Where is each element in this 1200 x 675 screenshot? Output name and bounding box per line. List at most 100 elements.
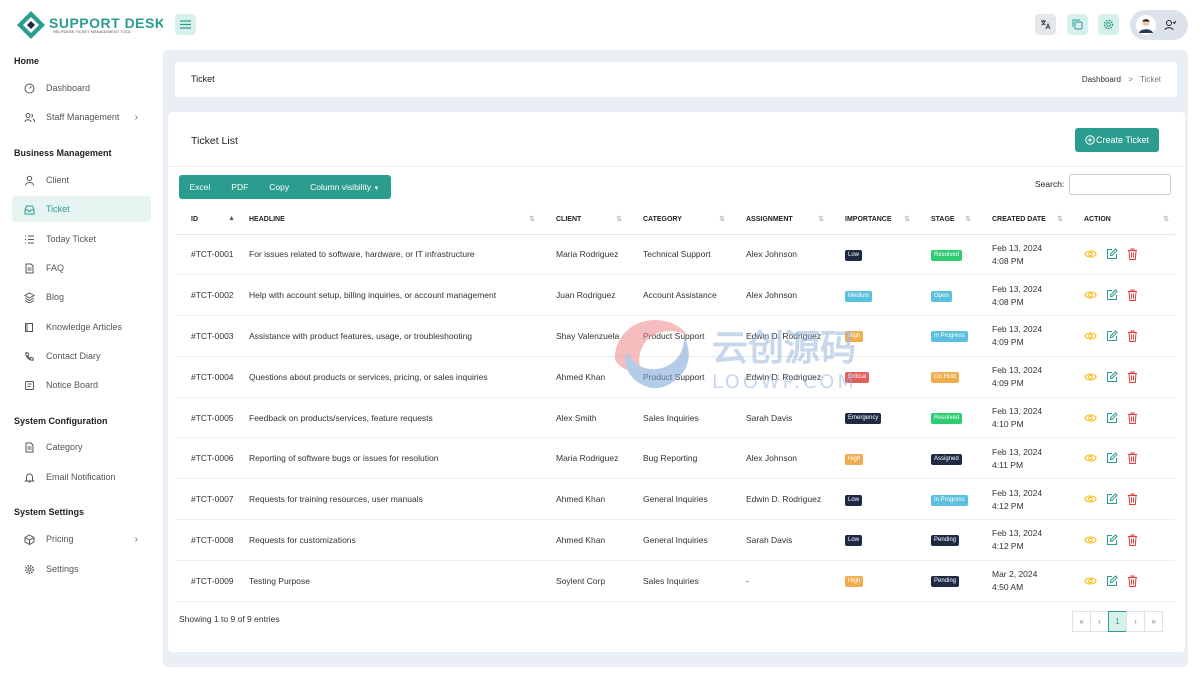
table-body: #TCT-0001 For issues related to software,… <box>176 234 1175 602</box>
sidebar-item-knowledge-articles[interactable]: Knowledge Articles <box>12 314 151 340</box>
view-icon[interactable] <box>1084 331 1097 341</box>
column-header[interactable]: HEADLINE ⇅ <box>241 206 541 235</box>
view-icon[interactable] <box>1084 249 1097 259</box>
cell-headline: Requests for training resources, user ma… <box>241 478 541 521</box>
pagination: «‹ 1 ›» <box>1072 611 1163 632</box>
delete-icon[interactable] <box>1127 289 1138 302</box>
last-page-button[interactable]: » <box>1144 611 1163 632</box>
delete-icon[interactable] <box>1127 371 1138 383</box>
sidebar-item-category[interactable]: Category <box>12 434 151 460</box>
cell-category: Sales Inquiries <box>628 560 731 602</box>
cell-created-date: Feb 13, 2024 4:12 PM <box>977 519 1069 561</box>
column-visibility-button[interactable]: Column visibility ▼ <box>300 182 390 192</box>
excel-button[interactable]: Excel <box>179 182 221 192</box>
sidebar-item-settings[interactable]: Settings <box>12 556 151 582</box>
importance-badge: Emergency <box>845 413 882 425</box>
create-ticket-button[interactable]: Create Ticket <box>1075 128 1159 152</box>
copy-table-button[interactable]: Copy <box>259 182 300 192</box>
sidebar-item-pricing[interactable]: Pricing › <box>12 526 151 552</box>
list-icon <box>24 234 35 245</box>
view-icon[interactable] <box>1084 453 1097 463</box>
breadcrumb-link-dashboard[interactable]: Dashboard <box>1082 75 1121 84</box>
delete-icon[interactable] <box>1127 412 1138 424</box>
stage-badge: Resolved <box>931 413 963 425</box>
create-ticket-label: Create Ticket <box>1095 135 1150 145</box>
edit-icon[interactable] <box>1106 575 1118 587</box>
edit-icon[interactable] <box>1106 452 1118 464</box>
cell-headline: Feedback on products/services, feature r… <box>241 397 541 439</box>
sidebar-item-label: Email Notification <box>46 472 116 482</box>
sidebar-item-faq[interactable]: FAQ <box>12 255 151 281</box>
cell-category: Account Assistance <box>628 274 731 317</box>
sidebar-item-blog[interactable]: Blog <box>12 284 151 310</box>
sidebar-item-today-ticket[interactable]: Today Ticket <box>12 226 151 252</box>
ticket-table: ID ▲ HEADLINE ⇅ CLIENT ⇅ CATEGORY ⇅ ASSIGNMENT ⇅ I… <box>176 206 1175 602</box>
edit-icon[interactable] <box>1106 248 1118 260</box>
column-header[interactable]: STAGE ⇅ <box>916 206 977 235</box>
prev-page-button[interactable]: ‹ <box>1090 611 1109 632</box>
column-header[interactable]: ASSIGNMENT ⇅ <box>731 206 830 235</box>
cell-category: Sales Inquiries <box>628 397 731 439</box>
delete-icon[interactable] <box>1127 575 1138 587</box>
view-icon[interactable] <box>1084 413 1097 423</box>
cell-category: General Inquiries <box>628 519 731 561</box>
column-header-label: CLIENT <box>556 216 582 224</box>
sort-icon: ⇅ <box>616 216 622 223</box>
edit-icon[interactable] <box>1106 289 1118 301</box>
column-header[interactable]: ID ▲ <box>176 206 241 235</box>
view-icon[interactable] <box>1084 494 1097 504</box>
column-header[interactable]: CREATED DATE ⇅ <box>977 206 1069 235</box>
column-header-label: IMPORTANCE <box>845 216 892 224</box>
sidebar-item-notice-board[interactable]: Notice Board <box>12 372 151 398</box>
edit-icon[interactable] <box>1106 534 1118 546</box>
sidebar-item-dashboard[interactable]: Dashboard <box>12 75 151 101</box>
menu-toggle-button[interactable] <box>175 14 196 35</box>
delete-icon[interactable] <box>1127 330 1138 342</box>
cell-id: #TCT-0002 <box>176 274 241 317</box>
notice-icon <box>24 380 35 391</box>
brand-logo[interactable]: SUPPORT DESK HELPDESK TICKET MANAGEMENT … <box>16 9 165 41</box>
view-icon[interactable] <box>1084 576 1097 586</box>
sidebar-item-label: Knowledge Articles <box>46 322 123 332</box>
breadcrumb-trail: Dashboard > Ticket <box>1082 75 1161 84</box>
page-1-button[interactable]: 1 <box>1108 611 1127 632</box>
sidebar-item-ticket[interactable]: Ticket <box>12 196 151 222</box>
first-page-button[interactable]: « <box>1072 611 1091 632</box>
sidebar-section-title: System Configuration <box>14 416 108 426</box>
cell-category: Bug Reporting <box>628 437 731 480</box>
sort-icon: ⇅ <box>719 216 725 223</box>
sidebar-item-email-notification[interactable]: Email Notification <box>12 464 151 490</box>
sidebar-item-contact-diary[interactable]: Contact Diary <box>12 343 151 369</box>
edit-icon[interactable] <box>1106 493 1118 505</box>
view-icon[interactable] <box>1084 372 1097 382</box>
next-page-button[interactable]: › <box>1126 611 1145 632</box>
table-row: #TCT-0004 Questions about products or ser… <box>176 356 1175 398</box>
edit-icon[interactable] <box>1106 411 1118 424</box>
language-button[interactable] <box>1035 14 1056 35</box>
edit-icon[interactable] <box>1106 371 1118 383</box>
search-input[interactable] <box>1069 174 1171 195</box>
column-header[interactable]: CLIENT ⇅ <box>541 206 628 235</box>
copy-button[interactable] <box>1067 14 1088 35</box>
cell-category: Product Support <box>628 315 731 357</box>
delete-icon[interactable] <box>1127 248 1138 261</box>
view-icon[interactable] <box>1084 290 1097 300</box>
table-info: Showing 1 to 9 of 9 entries <box>179 614 280 624</box>
delete-icon[interactable] <box>1127 452 1138 465</box>
cell-id: #TCT-0004 <box>176 356 241 398</box>
edit-icon[interactable] <box>1106 330 1118 342</box>
cell-action <box>1069 234 1175 276</box>
settings-button[interactable] <box>1098 14 1119 35</box>
delete-icon[interactable] <box>1127 493 1138 506</box>
column-header[interactable]: IMPORTANCE ⇅ <box>830 206 916 235</box>
sidebar-item-staff-management[interactable]: Staff Management › <box>12 104 151 130</box>
sidebar-item-client[interactable]: Client <box>12 167 151 193</box>
breadcrumb-separator: > <box>1128 75 1133 84</box>
user-menu[interactable] <box>1130 10 1188 40</box>
column-header[interactable]: CATEGORY ⇅ <box>628 206 731 235</box>
column-header[interactable]: ACTION ⇅ <box>1069 206 1175 235</box>
view-icon[interactable] <box>1084 535 1097 545</box>
pdf-button[interactable]: PDF <box>221 182 259 192</box>
sidebar-item-label: Category <box>46 442 83 452</box>
delete-icon[interactable] <box>1127 534 1138 546</box>
